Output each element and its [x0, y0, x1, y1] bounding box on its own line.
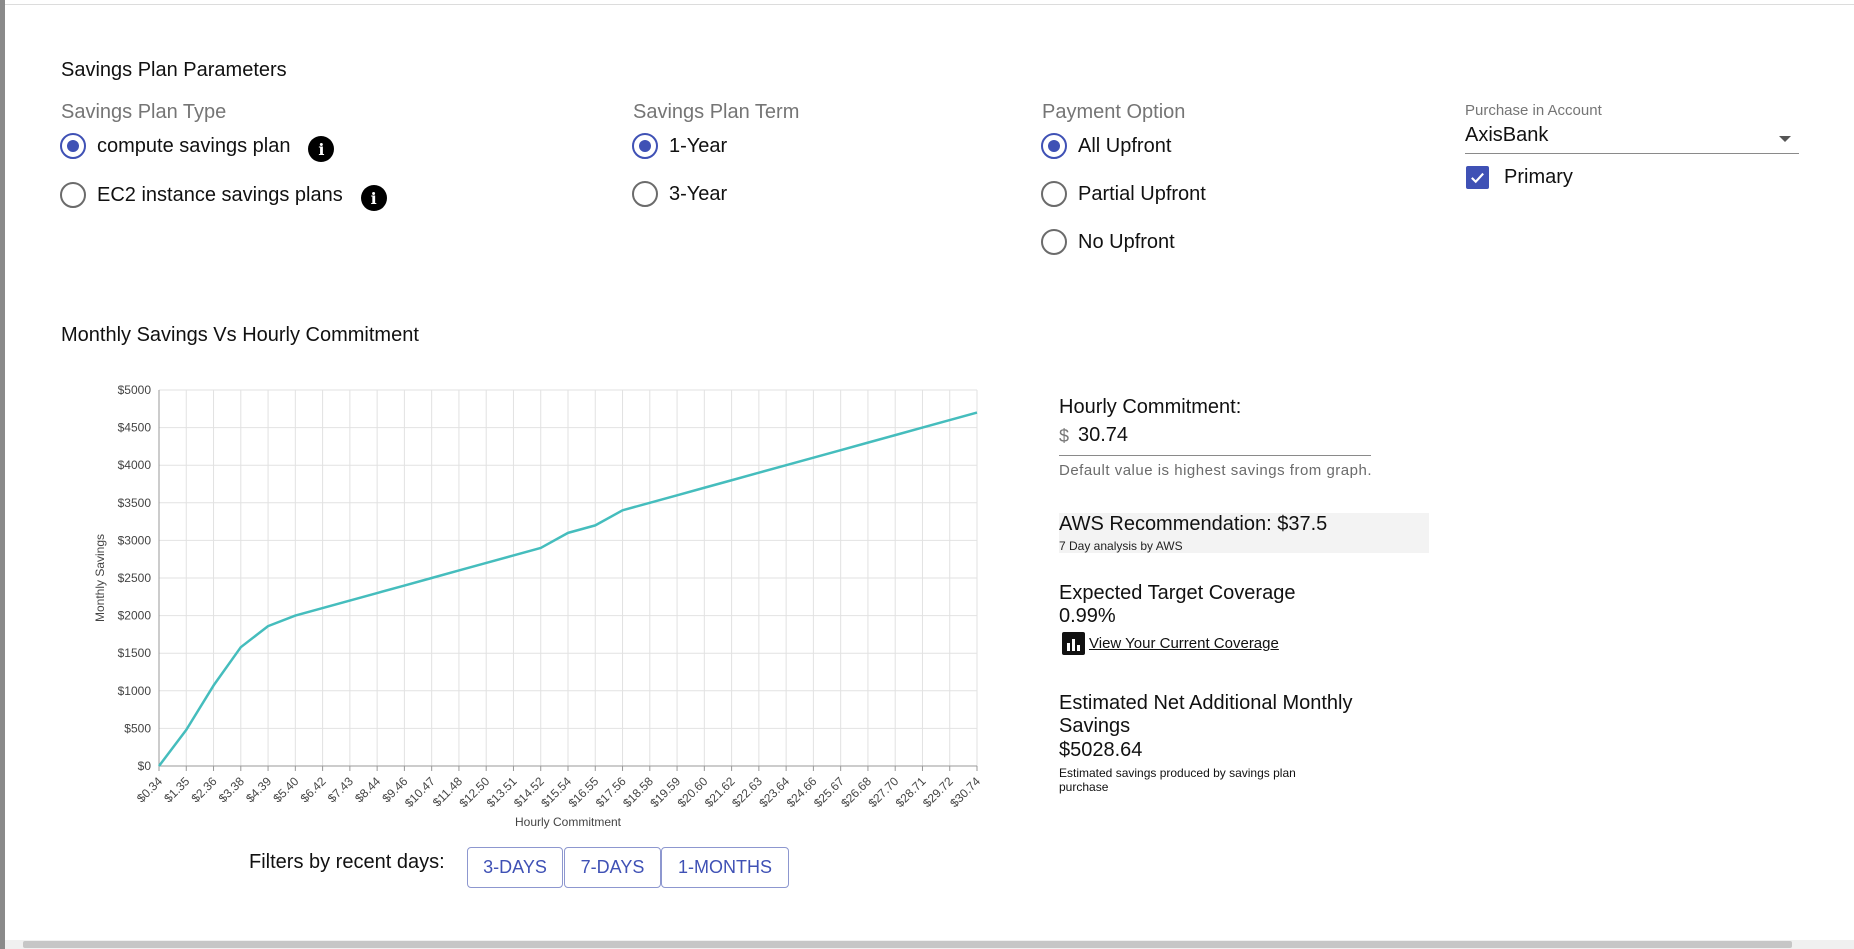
term-label: Savings Plan Term [633, 101, 800, 123]
radio-button-selected[interactable] [60, 133, 86, 159]
savings-line-chart: $0 $500 $1000 $1500 $2000 $2500 $3000 $3500 $400… [93, 383, 983, 829]
target-coverage-value: 0.99% [1059, 605, 1116, 627]
y-axis-title: Monthly Savings [93, 534, 107, 622]
x-tick-label: $6.42 [298, 774, 329, 805]
x-axis-title: Hourly Commitment [515, 815, 622, 829]
aws-recommendation-subtitle: 7 Day analysis by AWS [1059, 539, 1183, 553]
x-tick-label: $8.44 [352, 774, 383, 805]
filter-7-days-button[interactable]: 7-DAYS [564, 847, 661, 888]
filter-3-days-button[interactable]: 3-DAYS [467, 847, 563, 888]
scrollbar-thumb[interactable] [23, 941, 1792, 948]
view-coverage-link[interactable]: View Your Current Coverage [1089, 635, 1279, 652]
radio-all-upfront[interactable]: All Upfront [1041, 131, 1171, 161]
radio-button-selected[interactable] [1041, 133, 1067, 159]
window-left-edge [0, 0, 5, 949]
hourly-commitment-input[interactable]: $ 30.74 [1059, 420, 1371, 456]
radio-no-upfront[interactable]: No Upfront [1041, 227, 1175, 257]
radio-button-selected[interactable] [632, 133, 658, 159]
x-tick-label: $1.35 [161, 774, 192, 805]
x-tick-label: $10.47 [402, 774, 438, 810]
primary-checkbox-label: Primary [1504, 166, 1573, 188]
info-icon[interactable]: i [308, 136, 335, 162]
radio-partial-upfront[interactable]: Partial Upfront [1041, 179, 1206, 209]
x-tick-label: $2.36 [189, 774, 220, 805]
account-select-label: Purchase in Account [1465, 102, 1602, 119]
radio-label: 3-Year [669, 182, 728, 205]
radio-label: compute savings plan [97, 134, 291, 157]
y-tick-label: $500 [124, 721, 151, 735]
x-tick-label: $5.40 [270, 774, 301, 805]
filters-label: Filters by recent days: [249, 851, 445, 873]
radio-button[interactable] [632, 181, 658, 207]
x-tick-label: $7.43 [325, 774, 356, 805]
payment-option-label: Payment Option [1042, 101, 1186, 123]
radio-label: Partial Upfront [1078, 182, 1206, 205]
y-tick-label: $2000 [118, 609, 152, 623]
net-savings-note: Estimated savings produced by savings pl… [1059, 766, 1296, 794]
x-tick-label: $0.34 [134, 774, 165, 805]
y-tick-label: $1000 [118, 684, 152, 698]
dropdown-caret-icon [1779, 136, 1791, 142]
radio-compute-savings-plan[interactable]: compute savings plan i [60, 131, 335, 162]
radio-3-year[interactable]: 3-Year [632, 179, 727, 209]
radio-button[interactable] [60, 182, 86, 208]
radio-label: EC2 instance savings plans [97, 183, 343, 206]
plan-type-label: Savings Plan Type [61, 101, 227, 123]
net-savings-value: $5028.64 [1059, 739, 1143, 761]
radio-button[interactable] [1041, 229, 1067, 255]
y-tick-label: $4000 [118, 458, 152, 472]
net-savings-title: Estimated Net Additional Monthly Savings [1059, 692, 1353, 737]
y-tick-label: $3000 [118, 533, 152, 547]
hourly-commitment-helper: Default value is highest savings from gr… [1059, 462, 1372, 479]
top-divider [5, 0, 1854, 5]
hourly-commitment-label: Hourly Commitment: [1059, 396, 1242, 418]
primary-checkbox-row[interactable]: Primary [1466, 166, 1573, 189]
target-coverage-title: Expected Target Coverage [1059, 582, 1296, 604]
radio-label: No Upfront [1078, 230, 1175, 253]
x-tick-label: $3.38 [216, 774, 247, 805]
radio-ec2-instance-savings-plans[interactable]: EC2 instance savings plans i [60, 180, 387, 211]
x-tick-label: $4.39 [243, 774, 274, 805]
parameters-title: Savings Plan Parameters [61, 59, 287, 81]
aws-recommendation-box: AWS Recommendation: $37.5 7 Day analysis… [1059, 513, 1429, 553]
primary-checkbox[interactable] [1466, 166, 1489, 189]
radio-1-year[interactable]: 1-Year [632, 131, 727, 161]
hourly-commitment-value: 30.74 [1078, 424, 1129, 446]
aws-recommendation-title: AWS Recommendation: $37.5 [1059, 513, 1328, 535]
y-tick-label: $1500 [118, 646, 152, 660]
filter-1-months-button[interactable]: 1-MONTHS [661, 847, 789, 888]
view-coverage-link-row[interactable]: View Your Current Coverage [1062, 632, 1279, 655]
y-tick-label: $2500 [118, 571, 152, 585]
radio-button[interactable] [1041, 181, 1067, 207]
y-tick-label: $4500 [118, 421, 152, 435]
chart-section-title: Monthly Savings Vs Hourly Commitment [61, 324, 419, 346]
horizontal-scrollbar[interactable] [5, 940, 1854, 949]
account-select-value: AxisBank [1465, 124, 1549, 146]
check-icon [1471, 172, 1484, 184]
y-tick-label: $5000 [118, 383, 152, 397]
account-select[interactable]: AxisBank [1465, 122, 1799, 154]
x-tick-label: $30.74 [947, 774, 983, 810]
currency-prefix: $ [1059, 426, 1070, 446]
radio-label: All Upfront [1078, 134, 1172, 157]
radio-label: 1-Year [669, 134, 728, 157]
y-tick-label: $3500 [118, 496, 152, 510]
bar-chart-icon [1062, 632, 1085, 655]
y-tick-label: $0 [138, 759, 152, 773]
info-icon[interactable]: i [360, 185, 387, 211]
